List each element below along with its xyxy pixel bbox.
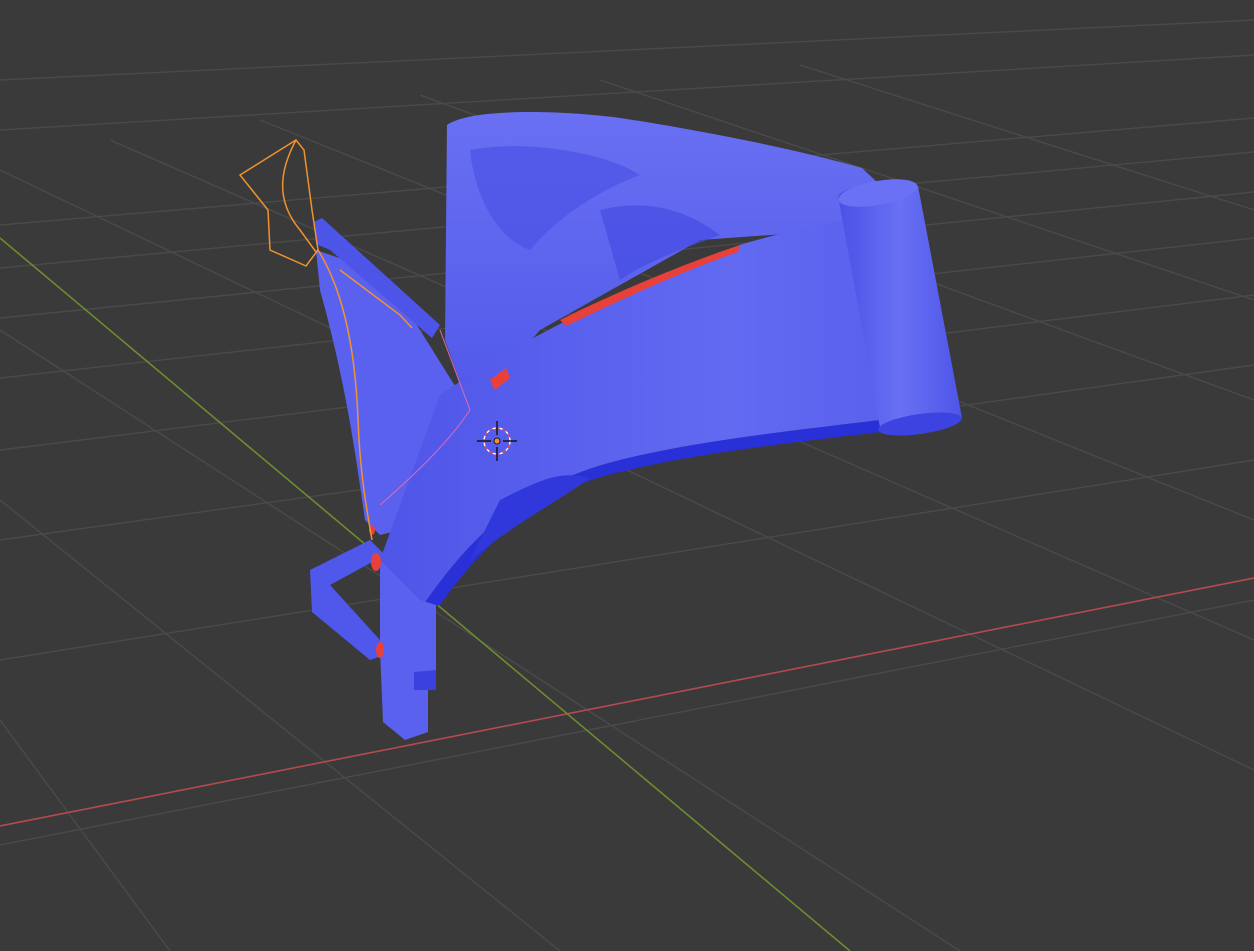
backface-hole [371,553,381,571]
backface-hole [376,642,384,658]
object-origin-icon [493,437,501,445]
3d-viewport[interactable] [0,0,1254,951]
viewport-canvas[interactable] [0,0,1254,951]
mesh-leg-notch [414,670,436,690]
